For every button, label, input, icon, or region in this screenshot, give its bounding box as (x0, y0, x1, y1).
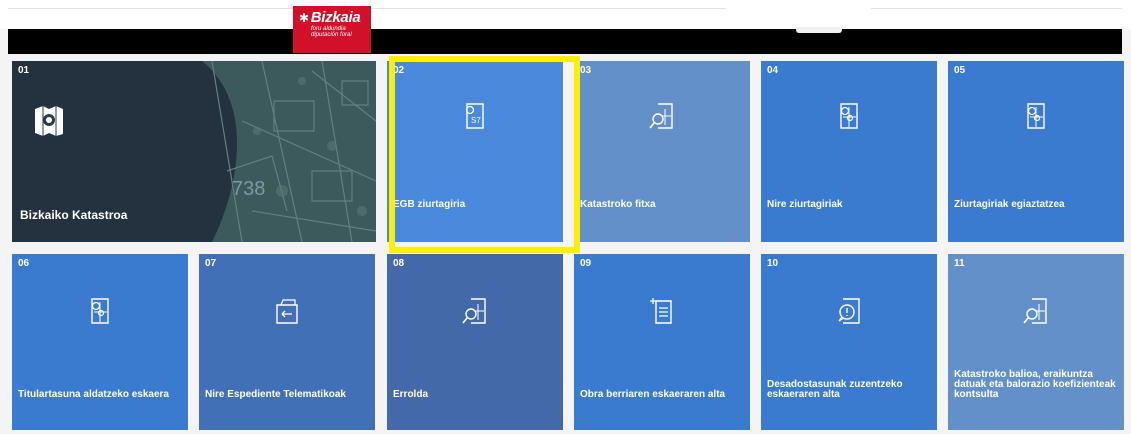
tile-09[interactable]: 09 Obra berriaren eskaeraren alta (574, 254, 750, 430)
tile-number: 01 (18, 65, 30, 76)
add-list-document-icon (650, 298, 672, 324)
tile-06[interactable]: 06 Titulartasuna aldatzeko eskaera (12, 254, 188, 430)
logo-mark-icon: ✱ (299, 11, 309, 25)
tile-number: 11 (954, 258, 965, 269)
top-bar (0, 0, 1131, 29)
bizkaia-logo[interactable]: ✱ Bizkaia foru aldundia diputación foral (293, 6, 371, 53)
tile-11[interactable]: 11 Katastroko balioa, eraikuntza datuak … (948, 254, 1124, 430)
tile-number: 02 (393, 65, 405, 76)
icon-code: S7 (471, 116, 481, 125)
tile-02[interactable]: 02 S7 EGB ziurtagiria (387, 61, 563, 242)
tile-05[interactable]: 05 Ziurtagiriak egiaztatzea (948, 61, 1124, 242)
tile-label: Obra berriaren eskaeraren alta (580, 389, 726, 400)
logo-text: Bizkaia (310, 9, 361, 26)
map-pin-document-icon (840, 103, 858, 129)
tile-number: 07 (205, 258, 217, 269)
tile-07[interactable]: 07 Nire Espediente Telematikoak (199, 254, 375, 430)
tile-number: 06 (18, 258, 30, 269)
tile-label: EGB ziurtagiria (393, 199, 466, 210)
search-document-icon (1023, 298, 1047, 324)
header-bar (8, 29, 1122, 54)
top-divider (8, 8, 1122, 9)
tile-number: 09 (580, 258, 592, 269)
folder-transfer-icon (276, 299, 298, 324)
tile-label: Desadostasunak zuzentzeko eskaeraren alt… (767, 379, 903, 400)
tile-01[interactable]: 738 01 Bizkaiko Katastroa (12, 61, 376, 242)
cadastre-map-icon (35, 106, 63, 136)
tile-label: Katastroko fitxa (580, 199, 656, 210)
tile-label: Nire Espediente Telematikoak (205, 389, 346, 400)
tile-label: Bizkaiko Katastroa (20, 208, 128, 222)
tile-label: Titulartasuna aldatzeko eskaera (18, 389, 169, 400)
search-document-icon (462, 298, 486, 324)
tile-03[interactable]: 03 Katastroko fitxa (574, 61, 750, 242)
tile-number: 10 (767, 258, 779, 269)
tile-label: Nire ziurtagiriak (767, 199, 843, 210)
map-pin-document-icon (91, 298, 109, 324)
tile-08[interactable]: 08 Errolda (387, 254, 563, 430)
alert-message-document-icon (838, 298, 860, 324)
tile-04[interactable]: 04 Nire ziurtagiriak (761, 61, 937, 242)
header-white-area (726, 2, 871, 28)
tile-label: Errolda (393, 389, 429, 400)
tile-label: Katastroko balioa, eraikuntza datuak eta… (954, 369, 1116, 400)
tile-number: 04 (767, 65, 779, 76)
header-pill (796, 27, 842, 33)
logo-sub2: diputación foral (311, 32, 352, 38)
map-number: 738 (232, 178, 265, 200)
tile-number: 03 (580, 65, 592, 76)
tile-10[interactable]: 10 Desadostasunak zuzentzeko eskaeraren … (761, 254, 937, 430)
logo-brand: ✱ Bizkaia (299, 10, 365, 26)
map-pin-document-icon (1027, 103, 1045, 129)
tile-label: Ziurtagiriak egiaztatzea (954, 199, 1065, 210)
tile-number: 05 (954, 65, 966, 76)
search-document-icon (649, 103, 673, 129)
certificate-document-icon: S7 (465, 103, 484, 129)
tile-number: 08 (393, 258, 405, 269)
